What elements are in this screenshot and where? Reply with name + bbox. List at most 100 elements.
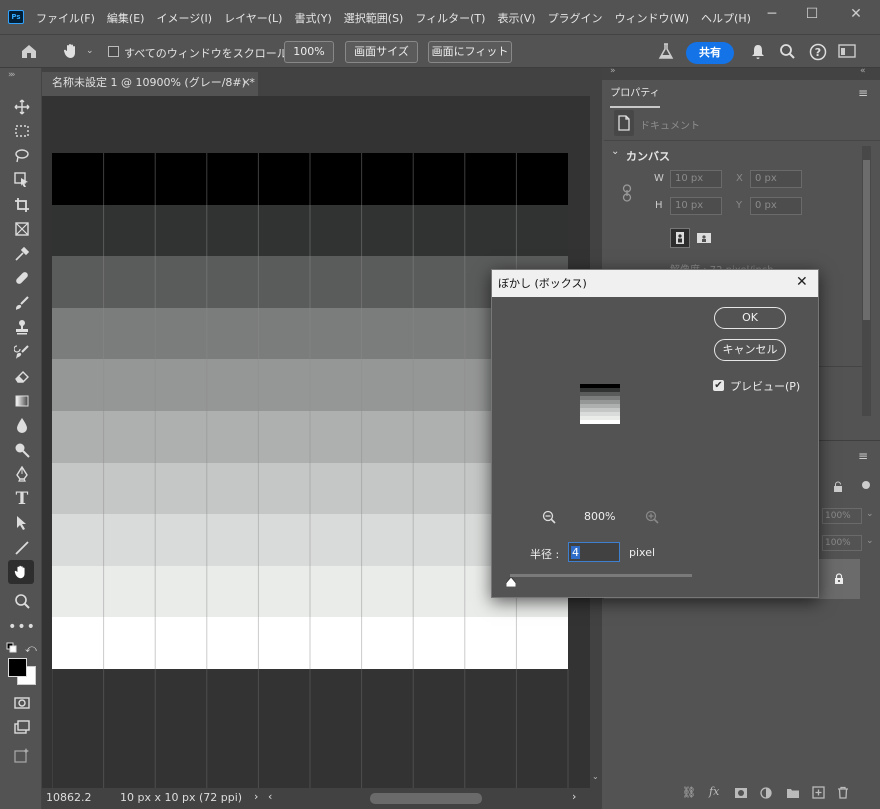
scroll-right-icon[interactable]: ›	[572, 790, 576, 803]
radius-input[interactable]: 4	[568, 542, 620, 562]
cancel-button[interactable]: キャンセル	[714, 339, 786, 361]
eyedropper-tool-icon[interactable]	[11, 243, 33, 265]
fit-screen-button[interactable]: 画面にフィット	[428, 41, 512, 63]
menu-item-8[interactable]: プラグイン	[548, 10, 603, 26]
eraser-tool-icon[interactable]	[11, 365, 33, 387]
home-icon[interactable]	[20, 43, 38, 59]
menu-item-4[interactable]: 書式(Y)	[294, 10, 331, 26]
menu-item-7[interactable]: 表示(V)	[497, 10, 535, 26]
menu-item-5[interactable]: 選択範囲(S)	[344, 10, 404, 26]
adjustment-layer-icon[interactable]	[760, 787, 772, 799]
document-tab[interactable]: 名称未設定 1 @ 10900% (グレー/8#) *	[42, 72, 258, 96]
fx-icon[interactable]: fx	[709, 785, 719, 798]
flask-icon[interactable]	[658, 43, 674, 61]
object-select-tool-icon[interactable]	[11, 169, 33, 191]
path-selection-tool-icon[interactable]	[11, 512, 33, 534]
search-icon[interactable]	[779, 43, 796, 60]
properties-scroll-thumb[interactable]	[863, 160, 870, 320]
layers-menu-icon[interactable]: ≡	[858, 449, 868, 463]
history-brush-tool-icon[interactable]	[11, 341, 33, 363]
swap-colors-icon[interactable]: ⤺	[25, 642, 37, 656]
status-expand-icon[interactable]: ›	[254, 790, 258, 803]
blur-preview-thumbnail[interactable]	[580, 384, 620, 424]
brush-tool-icon[interactable]	[11, 292, 33, 314]
ok-button[interactable]: OK	[714, 307, 786, 329]
dock-expand-icon[interactable]: «	[860, 66, 866, 76]
clone-stamp-tool-icon[interactable]	[11, 316, 33, 338]
menu-item-3[interactable]: レイヤー(L)	[224, 10, 282, 26]
menu-item-0[interactable]: ファイル(F)	[36, 10, 95, 26]
section-chevron-icon[interactable]: ⌄	[611, 146, 619, 157]
menu-item-2[interactable]: イメージ(I)	[156, 10, 212, 26]
line-tool-icon[interactable]	[11, 537, 33, 559]
radius-slider-handle[interactable]	[506, 577, 516, 587]
help-icon[interactable]: ?	[809, 43, 827, 61]
scroll-down-icon[interactable]: ⌄	[592, 772, 599, 781]
toolbar-expand-icon[interactable]: »	[8, 70, 14, 80]
layer-mask-icon[interactable]	[734, 787, 748, 799]
dock-collapse-icon[interactable]: »	[610, 66, 616, 76]
x-input[interactable]: 0 px	[750, 170, 802, 188]
scroll-all-checkbox[interactable]	[108, 46, 119, 57]
tab-properties[interactable]: プロパティ	[610, 82, 660, 108]
zoom-tool-icon[interactable]	[11, 590, 33, 612]
generative-icon[interactable]	[11, 744, 33, 766]
hand-tool-icon[interactable]	[8, 560, 34, 584]
frame-tool-icon[interactable]	[11, 218, 33, 240]
new-layer-icon[interactable]	[812, 786, 825, 799]
opacity-input[interactable]: 100%	[822, 508, 862, 524]
quick-mask-icon[interactable]	[11, 692, 33, 714]
move-tool-icon[interactable]	[11, 96, 33, 118]
healing-brush-tool-icon[interactable]	[11, 267, 33, 289]
share-button[interactable]: 共有	[686, 42, 734, 64]
type-tool-icon[interactable]: T	[11, 488, 33, 510]
zoom-out-icon[interactable]	[542, 510, 556, 524]
default-colors-icon[interactable]	[6, 642, 18, 654]
menu-item-1[interactable]: 編集(E)	[107, 10, 145, 26]
close-tab-icon[interactable]: ×	[241, 75, 251, 89]
properties-scrollbar[interactable]	[862, 146, 871, 416]
link-icon[interactable]	[622, 184, 632, 202]
bell-icon[interactable]	[750, 43, 766, 61]
preview-checkbox[interactable]: ✔	[713, 380, 724, 391]
trash-icon[interactable]	[837, 786, 849, 799]
portrait-orientation-icon[interactable]	[670, 228, 690, 248]
marquee-tool-icon[interactable]	[11, 120, 33, 142]
radius-slider-track[interactable]	[510, 574, 692, 577]
foreground-color-swatch[interactable]	[8, 658, 27, 677]
hand-tool-preset-icon[interactable]	[62, 42, 80, 60]
close-window-icon[interactable]: ✕	[846, 6, 866, 22]
filter-toggle-icon[interactable]	[862, 481, 870, 489]
width-input[interactable]: 10 px	[670, 170, 722, 188]
blur-tool-icon[interactable]	[11, 414, 33, 436]
menu-item-6[interactable]: フィルター(T)	[415, 10, 485, 26]
chevron-down-icon[interactable]: ⌄	[86, 46, 94, 56]
lock-pixels-icon[interactable]	[832, 481, 844, 493]
fill-input[interactable]: 100%	[822, 535, 862, 551]
maximize-icon[interactable]: ☐	[802, 6, 822, 22]
more-tools-icon[interactable]: •••	[8, 616, 35, 638]
dodge-tool-icon[interactable]	[11, 439, 33, 461]
screen-size-button[interactable]: 画面サイズ	[345, 41, 418, 63]
group-folder-icon[interactable]	[786, 787, 800, 799]
gradient-tool-icon[interactable]	[11, 390, 33, 412]
zoom-percent-button[interactable]: 100%	[284, 41, 334, 63]
lasso-tool-icon[interactable]	[11, 145, 33, 167]
status-zoom[interactable]: 10862.2	[46, 791, 94, 804]
menu-item-9[interactable]: ウィンドウ(W)	[615, 10, 689, 26]
panel-menu-icon[interactable]: ≡	[858, 86, 868, 100]
horizontal-scroll-thumb[interactable]	[370, 793, 482, 804]
opacity-dropdown-icon[interactable]: ⌄	[866, 509, 874, 519]
height-input[interactable]: 10 px	[670, 197, 722, 215]
minimize-icon[interactable]: ─	[762, 6, 782, 22]
landscape-orientation-icon[interactable]	[694, 228, 714, 248]
fill-dropdown-icon[interactable]: ⌄	[866, 536, 874, 546]
dialog-close-icon[interactable]: ✕	[796, 274, 808, 290]
workspace-icon[interactable]	[838, 44, 856, 58]
pen-tool-icon[interactable]	[11, 463, 33, 485]
link-layers-icon[interactable]: ⛓	[682, 786, 696, 799]
crop-tool-icon[interactable]	[11, 194, 33, 216]
menu-item-10[interactable]: ヘルプ(H)	[701, 10, 751, 26]
screen-mode-icon[interactable]	[11, 716, 33, 738]
y-input[interactable]: 0 px	[750, 197, 802, 215]
